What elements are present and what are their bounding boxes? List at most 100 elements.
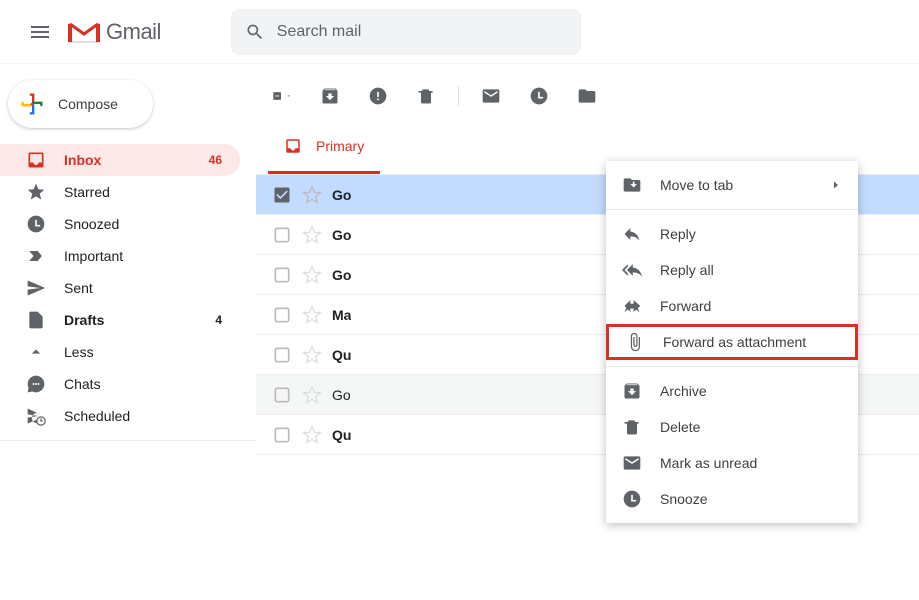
scheduled-icon xyxy=(26,406,46,426)
search-icon xyxy=(245,21,265,43)
sidebar-item-less[interactable]: Less xyxy=(0,336,240,368)
row-checkbox[interactable] xyxy=(272,305,292,325)
clock-icon xyxy=(26,214,46,234)
sidebar-item-snoozed[interactable]: Snoozed xyxy=(0,208,240,240)
caret-down-icon xyxy=(286,91,292,101)
row-star[interactable] xyxy=(302,185,322,205)
sidebar-item-count: 4 xyxy=(215,313,222,327)
mark-unread-button[interactable] xyxy=(481,86,501,106)
report-spam-button[interactable] xyxy=(368,86,388,106)
archive-icon xyxy=(622,381,642,401)
sidebar-item-inbox[interactable]: Inbox 46 xyxy=(0,144,240,176)
sidebar-item-chats[interactable]: Chats xyxy=(0,368,240,400)
archive-button[interactable] xyxy=(320,86,340,106)
gmail-logo-icon xyxy=(68,20,100,44)
context-menu-snooze[interactable]: Snooze xyxy=(606,481,858,517)
tab-primary[interactable]: Primary xyxy=(268,120,380,174)
important-icon xyxy=(26,246,46,266)
star-outline-icon xyxy=(302,425,322,445)
context-menu-move-to-tab[interactable]: Move to tab xyxy=(606,167,858,203)
trash-icon xyxy=(416,86,436,106)
reply-icon xyxy=(622,224,642,244)
move-to-tab-icon xyxy=(622,175,642,195)
delete-button[interactable] xyxy=(416,86,436,106)
row-checkbox[interactable] xyxy=(272,265,292,285)
spam-icon xyxy=(368,86,388,106)
send-icon xyxy=(26,278,46,298)
chevron-right-icon xyxy=(830,179,842,191)
checkbox-icon xyxy=(272,305,292,325)
row-sender: Ma xyxy=(332,307,351,323)
row-sender: Go xyxy=(332,387,351,403)
sidebar-item-label: Drafts xyxy=(64,312,215,328)
star-outline-icon xyxy=(302,305,322,325)
sidebar-item-scheduled[interactable]: Scheduled xyxy=(0,400,240,432)
row-star[interactable] xyxy=(302,225,322,245)
row-checkbox[interactable] xyxy=(272,425,292,445)
star-outline-icon xyxy=(302,345,322,365)
row-star[interactable] xyxy=(302,425,322,445)
row-sender: Go xyxy=(332,187,351,203)
context-menu-separator xyxy=(606,366,858,367)
sidebar-item-label: Snoozed xyxy=(64,216,222,232)
row-star[interactable] xyxy=(302,305,322,325)
snooze-button[interactable] xyxy=(529,86,549,106)
sidebar-item-important[interactable]: Important xyxy=(0,240,240,272)
action-toolbar xyxy=(256,72,919,120)
checkbox-icon xyxy=(272,385,292,405)
gmail-logo[interactable]: Gmail xyxy=(68,19,161,45)
checkbox-icon xyxy=(272,345,292,365)
sidebar-item-count: 46 xyxy=(209,153,222,167)
context-menu-reply-all[interactable]: Reply all xyxy=(606,252,858,288)
row-sender: Qu xyxy=(332,427,351,443)
context-menu-item-label: Snooze xyxy=(660,491,707,507)
drafts-icon xyxy=(26,310,46,330)
row-checkbox[interactable] xyxy=(272,345,292,365)
row-checkbox[interactable] xyxy=(272,225,292,245)
context-menu-archive[interactable]: Archive xyxy=(606,373,858,409)
star-outline-icon xyxy=(302,385,322,405)
star-outline-icon xyxy=(302,265,322,285)
row-checkbox[interactable] xyxy=(272,185,292,205)
move-to-button[interactable] xyxy=(577,86,597,106)
row-checkbox[interactable] xyxy=(272,385,292,405)
mail-icon xyxy=(622,453,642,473)
clock-icon xyxy=(529,86,549,106)
content-area: Primary Go Go Go Ma xyxy=(256,64,919,600)
sidebar-item-label: Sent xyxy=(64,280,222,296)
reply-all-icon xyxy=(622,260,642,280)
row-star[interactable] xyxy=(302,385,322,405)
context-menu-mark-unread[interactable]: Mark as unread xyxy=(606,445,858,481)
checkbox-icon xyxy=(272,265,292,285)
sidebar-item-starred[interactable]: Starred xyxy=(0,176,240,208)
context-menu-forward[interactable]: Forward xyxy=(606,288,858,324)
trash-icon xyxy=(622,417,642,437)
context-menu-forward-as-attachment[interactable]: Forward as attachment xyxy=(606,324,858,360)
inbox-icon xyxy=(284,137,302,155)
chat-icon xyxy=(26,374,46,394)
row-star[interactable] xyxy=(302,265,322,285)
sidebar-item-label: Starred xyxy=(64,184,222,200)
row-sender: Go xyxy=(332,267,351,283)
app-header: Gmail xyxy=(0,0,919,64)
context-menu-separator xyxy=(606,209,858,210)
sidebar-item-sent[interactable]: Sent xyxy=(0,272,240,304)
compose-button[interactable]: Compose xyxy=(8,80,153,128)
checkbox-icon xyxy=(272,225,292,245)
row-sender: Go xyxy=(332,227,351,243)
search-bar[interactable] xyxy=(231,9,581,55)
attachment-icon xyxy=(625,332,645,352)
context-menu-item-label: Move to tab xyxy=(660,177,733,193)
row-star[interactable] xyxy=(302,345,322,365)
context-menu-reply[interactable]: Reply xyxy=(606,216,858,252)
archive-icon xyxy=(320,86,340,106)
toolbar-separator xyxy=(458,86,459,106)
checkbox-checked-icon xyxy=(272,185,292,205)
select-all-button[interactable] xyxy=(272,86,292,106)
search-input[interactable] xyxy=(277,23,567,41)
hamburger-icon xyxy=(28,20,52,44)
context-menu-delete[interactable]: Delete xyxy=(606,409,858,445)
sidebar-item-drafts[interactable]: Drafts 4 xyxy=(0,304,240,336)
main-menu-button[interactable] xyxy=(16,8,64,56)
sidebar-divider xyxy=(0,440,256,441)
